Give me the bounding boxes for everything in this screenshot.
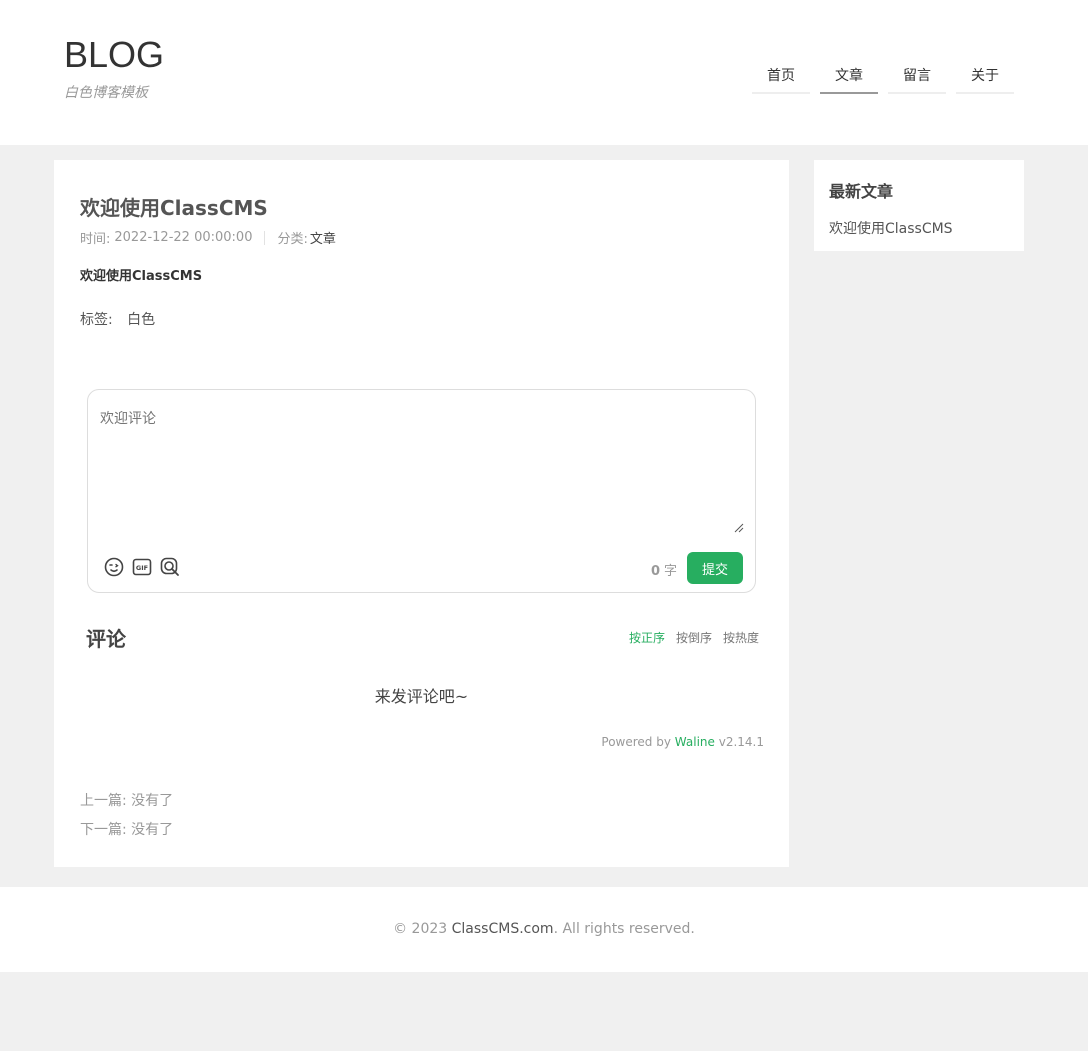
tags-label: 标签:	[80, 312, 113, 328]
comment-input[interactable]	[88, 390, 755, 534]
nav-item-articles[interactable]: 文章	[820, 62, 878, 94]
powered-prefix: Powered by	[601, 735, 671, 749]
gif-icon[interactable]: GIF	[132, 557, 152, 577]
word-count-unit: 字	[663, 564, 677, 579]
article-title: 欢迎使用ClassCMS	[80, 196, 268, 220]
sidebar-post-link[interactable]: 欢迎使用ClassCMS	[829, 218, 1009, 238]
logo-title[interactable]: BLOG	[64, 34, 164, 76]
article-panel: 欢迎使用ClassCMS 时间: 2022-12-22 00:00:00 分类:…	[54, 160, 789, 867]
footer-brand-link[interactable]: ClassCMS.com	[452, 921, 554, 937]
comment-editor: GIF 0字 提交	[87, 389, 756, 593]
tag-link[interactable]: 白色	[127, 312, 155, 328]
meta-divider	[264, 230, 266, 245]
article-body: 欢迎使用ClassCMS	[80, 269, 203, 284]
site-header: BLOG 白色博客模板 首页 文章 留言 关于	[0, 0, 1088, 145]
footer-prefix: © 2023	[393, 921, 448, 937]
powered-version: v2.14.1	[718, 735, 764, 749]
resize-grip-icon[interactable]	[734, 523, 744, 533]
nav-item-home[interactable]: 首页	[752, 62, 810, 94]
editor-tools: GIF	[104, 557, 180, 577]
site-logo[interactable]: BLOG 白色博客模板	[64, 34, 164, 102]
word-count: 0字	[651, 560, 677, 579]
prev-article: 上一篇: 没有了	[80, 793, 174, 809]
word-count-value: 0	[650, 564, 660, 579]
powered-by: Powered by Waline v2.14.1	[601, 735, 764, 749]
category-link[interactable]: 文章	[310, 228, 336, 247]
preview-icon[interactable]	[160, 557, 180, 577]
nav-item-about[interactable]: 关于	[956, 62, 1014, 94]
time-label: 时间:	[80, 232, 111, 247]
sidebar-recent-posts: 最新文章 欢迎使用ClassCMS	[814, 160, 1024, 251]
article-tags: 标签: 白色	[80, 309, 155, 329]
svg-text:GIF: GIF	[136, 564, 148, 572]
main-nav: 首页 文章 留言 关于	[752, 62, 1014, 94]
emoji-icon[interactable]	[104, 557, 124, 577]
submit-button[interactable]: 提交	[687, 552, 743, 584]
next-article: 下一篇: 没有了	[80, 822, 174, 838]
article-meta: 时间: 2022-12-22 00:00:00 分类: 文章	[80, 228, 336, 247]
logo-subtitle: 白色博客模板	[64, 85, 148, 101]
footer-suffix: . All rights reserved.	[553, 921, 695, 937]
comments-heading: 评论	[86, 627, 126, 651]
sort-hot-tab[interactable]: 按热度	[723, 629, 759, 646]
nav-item-guestbook[interactable]: 留言	[888, 62, 946, 94]
site-footer: © 2023 ClassCMS.com. All rights reserved…	[0, 887, 1088, 972]
waline-link[interactable]: Waline	[675, 735, 715, 749]
category-label: 分类:	[277, 232, 308, 247]
sidebar-heading: 最新文章	[829, 182, 894, 201]
sort-asc-tab[interactable]: 按正序	[629, 629, 665, 646]
time-value: 2022-12-22 00:00:00	[114, 230, 253, 245]
sort-desc-tab[interactable]: 按倒序	[676, 629, 712, 646]
comment-sort-tabs: 按正序 按倒序 按热度	[629, 629, 759, 646]
empty-comments-message: 来发评论吧~	[374, 687, 469, 706]
